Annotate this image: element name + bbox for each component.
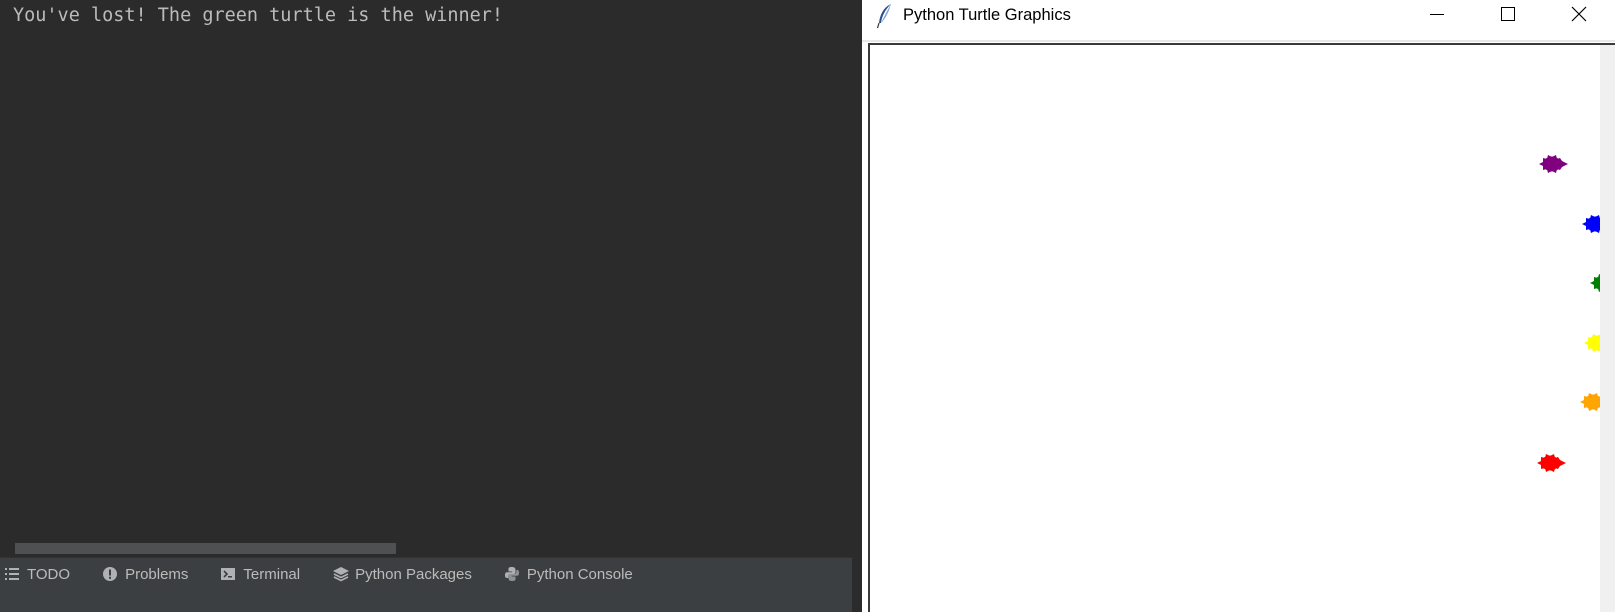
feather-icon (876, 3, 894, 29)
maximize-button[interactable] (1479, 0, 1537, 32)
tool-window-label: TODO (27, 565, 71, 583)
console-output-line: You've lost! The green turtle is the win… (13, 5, 504, 26)
tool-window-label: Python Console (526, 565, 633, 583)
turtle-canvas (1537, 155, 1615, 472)
exclamation-circle-icon (102, 566, 118, 582)
status-bar (0, 590, 862, 612)
tool-window-terminal[interactable]: Terminal (214, 558, 306, 590)
python-icon (504, 566, 520, 582)
canvas-divider (862, 40, 1615, 42)
window-titlebar[interactable]: Python Turtle Graphics (862, 0, 1615, 32)
tool-window-label: Problems (125, 565, 189, 583)
window-splitter[interactable] (852, 0, 862, 612)
tool-window-python-packages[interactable]: Python Packages (326, 558, 478, 590)
turtle-canvas-frame (868, 43, 1615, 612)
minimize-button[interactable] (1408, 0, 1466, 32)
tool-window-bar: TODO Problems Terminal Python Packages P… (0, 557, 862, 590)
vertical-scrollbar[interactable] (1600, 45, 1615, 612)
list-icon (4, 566, 20, 582)
tool-window-python-console[interactable]: Python Console (498, 558, 639, 590)
turtle-purple (1539, 155, 1568, 173)
ide-run-panel: You've lost! The green turtle is the win… (0, 0, 862, 612)
tool-window-label: Terminal (243, 565, 301, 583)
close-button[interactable] (1550, 0, 1608, 32)
turtle-red (1537, 454, 1566, 472)
tool-window-label: Python Packages (355, 565, 472, 583)
maximize-icon (1500, 6, 1516, 27)
tool-window-problems[interactable]: Problems (96, 558, 194, 590)
close-icon (1571, 6, 1587, 27)
layers-icon (332, 566, 350, 582)
horizontal-scrollbar-thumb[interactable] (15, 543, 396, 554)
turtle-graphics-window: Python Turtle Graphics (862, 0, 1615, 612)
tool-window-todo[interactable]: TODO (0, 558, 76, 590)
terminal-icon (220, 566, 236, 582)
minimize-icon (1429, 6, 1445, 27)
window-title: Python Turtle Graphics (903, 6, 1071, 24)
